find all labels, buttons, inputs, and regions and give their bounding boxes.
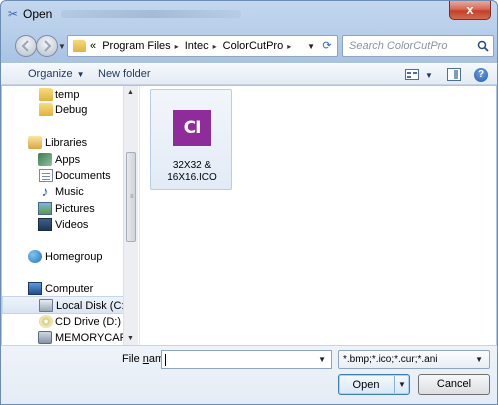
content-area: temp Debug Libraries Apps Documents ♪ Mu… bbox=[2, 86, 496, 345]
scroll-down-icon[interactable]: ▼ bbox=[127, 335, 134, 342]
scroll-up-icon[interactable]: ▲ bbox=[127, 89, 134, 96]
open-button[interactable]: Open ▼ bbox=[338, 374, 410, 395]
scissors-icon: ✂ bbox=[8, 7, 19, 21]
nav-item-label: CD Drive (D:) bbox=[55, 316, 121, 328]
nav-item-label: Music bbox=[55, 186, 84, 198]
file-name-label-prefix: File bbox=[122, 353, 143, 365]
refresh-icon[interactable]: ⟳ bbox=[319, 39, 335, 53]
nav-item-label: Pictures bbox=[55, 203, 95, 215]
search-input[interactable]: Search ColorCutPro bbox=[349, 40, 447, 52]
cancel-button[interactable]: Cancel bbox=[418, 374, 490, 395]
breadcrumb-separator[interactable]: ▸ bbox=[175, 42, 179, 51]
back-arrow-icon bbox=[21, 40, 29, 52]
title-bar[interactable]: ✂ Open x bbox=[1, 1, 497, 29]
recent-pages-dropdown[interactable]: ▼ bbox=[58, 42, 66, 51]
nav-item-label: temp bbox=[55, 89, 80, 101]
preview-pane-icon[interactable] bbox=[447, 68, 461, 81]
breadcrumb-separator[interactable]: ▸ bbox=[213, 42, 217, 51]
nav-item-label: Computer bbox=[45, 283, 94, 295]
new-folder-button[interactable]: New folder bbox=[98, 68, 151, 80]
breadcrumb-overflow[interactable]: « bbox=[90, 40, 96, 52]
nav-item-debug[interactable]: Debug bbox=[2, 101, 124, 119]
address-bar[interactable]: « Program Files ▸ Intec ▸ ColorCutPro ▸ ▼ ⟳ bbox=[67, 35, 338, 57]
address-dropdown[interactable]: ▼ bbox=[307, 42, 315, 51]
breadcrumb-intec[interactable]: Intec bbox=[185, 40, 209, 52]
nav-item-label: Local Disk (C:) bbox=[56, 300, 129, 312]
nav-item-videos[interactable]: Videos bbox=[2, 216, 124, 234]
file-name-label: 32X32 & 16X16.ICO bbox=[167, 160, 217, 183]
nav-item-memorycard[interactable]: MEMORYCARD ( bbox=[2, 329, 138, 345]
scrollbar-thumb[interactable]: ≡ bbox=[126, 152, 136, 242]
nav-item-label: Documents bbox=[55, 170, 111, 182]
nav-item-label: Homegroup bbox=[45, 251, 103, 263]
nav-item-label: Debug bbox=[55, 104, 88, 116]
nav-item-label: Apps bbox=[55, 154, 81, 166]
back-button[interactable] bbox=[15, 35, 37, 57]
pictures-icon bbox=[38, 202, 52, 215]
breadcrumb: « Program Files ▸ Intec ▸ ColorCutPro ▸ bbox=[90, 40, 294, 52]
computer-icon bbox=[28, 282, 42, 295]
open-options-dropdown[interactable]: ▼ bbox=[394, 376, 408, 393]
music-icon: ♪ bbox=[41, 183, 49, 199]
forward-button[interactable] bbox=[36, 35, 58, 57]
nav-item-homegroup[interactable]: Homegroup bbox=[2, 248, 124, 266]
breadcrumb-separator[interactable]: ▸ bbox=[287, 42, 291, 51]
documents-icon bbox=[39, 169, 53, 182]
navigation-scrollbar[interactable]: ▲ ≡ ▼ bbox=[123, 86, 138, 345]
nav-item-label: Libraries bbox=[45, 137, 88, 149]
open-dialog: ✂ Open x ▼ « Program Files ▸ Intec ▸ Color… bbox=[0, 0, 498, 405]
chevron-down-icon: ▼ bbox=[475, 355, 483, 364]
breadcrumb-colorcutpro[interactable]: ColorCutPro bbox=[223, 40, 284, 52]
chevron-down-icon: ▼ bbox=[398, 380, 406, 389]
dialog-footer: File name: ▼ *.bmp;*.ico;*.cur;*.ani ▼ O… bbox=[1, 345, 497, 404]
organize-button[interactable]: Organize ▼ bbox=[28, 68, 85, 80]
title-bar-glow bbox=[61, 10, 241, 18]
window-title: Open bbox=[23, 7, 53, 21]
cd-drive-icon bbox=[39, 315, 53, 328]
folder-icon bbox=[39, 88, 53, 101]
memory-card-icon bbox=[38, 331, 52, 344]
file-item[interactable]: CI 32X32 & 16X16.ICO bbox=[150, 89, 232, 190]
forward-arrow-icon bbox=[44, 40, 52, 52]
chevron-down-icon: ▼ bbox=[76, 70, 85, 79]
open-label: Open bbox=[352, 379, 380, 391]
file-thumbnail-icon: CI bbox=[173, 110, 211, 146]
view-options-dropdown[interactable]: ▼ bbox=[425, 71, 433, 80]
help-symbol: ? bbox=[477, 69, 485, 80]
grip-icon: ≡ bbox=[130, 194, 134, 200]
folder-icon bbox=[39, 103, 53, 116]
file-name-input[interactable]: ▼ bbox=[161, 350, 332, 369]
nav-item-local-disk-c[interactable]: Local Disk (C:) bbox=[2, 296, 128, 314]
nav-item-music[interactable]: ♪ Music bbox=[2, 183, 124, 201]
file-type-filter-select[interactable]: *.bmp;*.ico;*.cur;*.ani ▼ bbox=[338, 350, 490, 369]
apps-icon bbox=[38, 153, 52, 166]
search-icon[interactable] bbox=[477, 40, 489, 52]
nav-item-libraries[interactable]: Libraries bbox=[2, 134, 124, 152]
organize-label: Organize bbox=[28, 68, 73, 80]
command-bar: Organize ▼ New folder ▼ ? bbox=[1, 63, 497, 85]
breadcrumb-program-files[interactable]: Program Files bbox=[102, 40, 170, 52]
file-type-filter-value: *.bmp;*.ico;*.cur;*.ani bbox=[343, 354, 438, 365]
folder-icon bbox=[73, 40, 86, 52]
nav-item-label: Videos bbox=[55, 219, 89, 231]
homegroup-icon bbox=[28, 250, 42, 263]
change-view-icon[interactable] bbox=[405, 69, 419, 80]
file-list: CI 32X32 & 16X16.ICO bbox=[139, 86, 496, 345]
local-disk-icon bbox=[39, 299, 53, 312]
navigation-pane: temp Debug Libraries Apps Documents ♪ Mu… bbox=[2, 86, 138, 345]
close-button[interactable]: x bbox=[449, 1, 491, 20]
text-caret bbox=[165, 354, 166, 366]
close-icon: x bbox=[466, 2, 474, 17]
search-box[interactable]: Search ColorCutPro bbox=[342, 35, 494, 57]
help-icon[interactable]: ? bbox=[474, 68, 488, 82]
videos-icon bbox=[38, 218, 52, 231]
file-name-dropdown[interactable]: ▼ bbox=[318, 355, 326, 364]
libraries-icon bbox=[28, 136, 42, 149]
